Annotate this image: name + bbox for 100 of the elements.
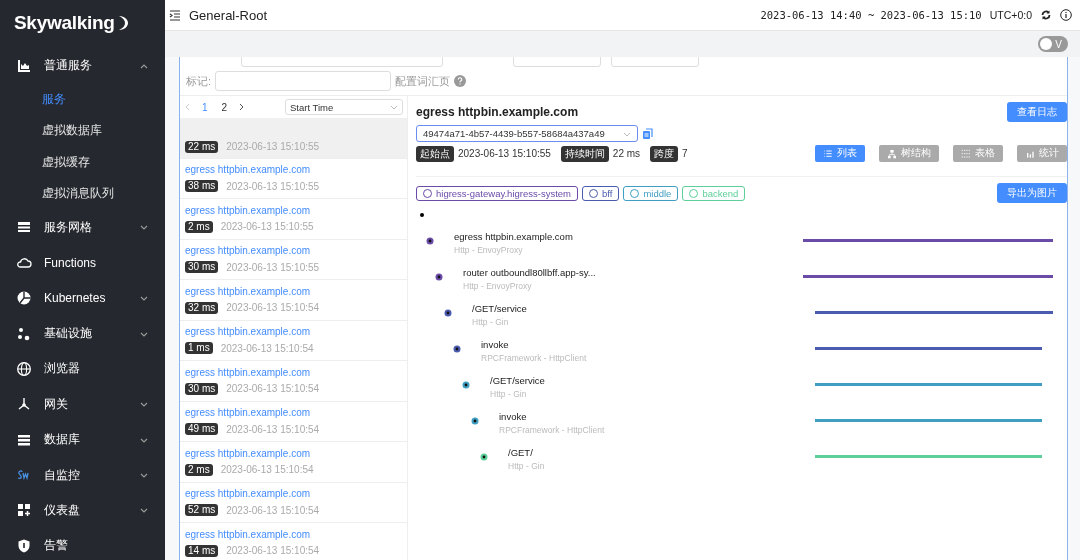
menu-item[interactable]: 仪表盘: [0, 492, 165, 529]
span-name: /GET/service: [472, 303, 528, 314]
trace-item[interactable]: egress httpbin.example.com 1 ms 2023-06-13 15:10:54: [180, 320, 407, 361]
trace-time: 2023-06-13 15:10:55: [220, 221, 314, 233]
page-button[interactable]: 2: [217, 101, 232, 113]
menu-item[interactable]: Functions: [0, 245, 165, 281]
span-name: /GET/service: [490, 375, 546, 386]
duration-badge: 14 ms: [185, 544, 219, 557]
trace-time: 2023-06-13 15:10:55: [226, 261, 320, 273]
span-name: /GET/: [508, 447, 534, 458]
trace-time: 2023-06-13 15:10:54: [226, 383, 320, 395]
duration-badge: 22 ms: [185, 140, 219, 153]
span-type: RPCFramework - HttpClient: [499, 425, 606, 435]
duration-badge: 38 ms: [185, 180, 219, 193]
span-type: Http - EnvoyProxy: [454, 245, 524, 255]
span-row[interactable]: invoke RPCFramework - HttpClient: [416, 411, 1067, 447]
help-icon[interactable]: [454, 75, 467, 87]
duration-badge: 2 ms: [185, 220, 213, 233]
trace-id-select[interactable]: 49474a71-4b57-4439-b557-58684a437a49: [416, 125, 638, 142]
table-icon: [961, 148, 971, 159]
dots-icon: [16, 325, 32, 342]
copy-icon[interactable]: [642, 127, 654, 140]
menu-item[interactable]: 普通服务: [0, 48, 165, 84]
refresh-icon[interactable]: [1040, 9, 1052, 21]
span-row[interactable]: /GET/service Http - Gin: [416, 375, 1067, 411]
span-name: invoke: [481, 339, 510, 350]
span-row[interactable]: /GET/ Http - Gin: [416, 447, 1067, 483]
trace-time: 2023-06-13 15:10:55: [226, 141, 320, 152]
previous-icon[interactable]: [184, 103, 192, 111]
info-icon[interactable]: [1060, 9, 1072, 21]
span-type: Http - Gin: [472, 317, 510, 327]
trace-item[interactable]: egress httpbin.example.com 30 ms 2023-06-13 15:10:55: [180, 239, 407, 280]
menu-item[interactable]: 基础设施: [0, 315, 165, 352]
span-row[interactable]: egress httpbin.example.com Http - EnvoyProxy: [416, 231, 1067, 267]
tree-icon: [887, 148, 897, 159]
trace-time: 2023-06-13 15:10:54: [226, 423, 320, 435]
list-icon: [823, 148, 833, 159]
submenu-item[interactable]: 虚拟数据库: [0, 114, 165, 147]
trace-item[interactable]: egress httpbin.example.com 14 ms 2023-06-13 15:10:54: [180, 523, 407, 560]
trace-time: 2023-06-13 15:10:54: [226, 302, 320, 314]
span-type: RPCFramework - HttpClient: [481, 353, 588, 363]
menu-icon[interactable]: [169, 9, 181, 21]
trace-item[interactable]: egress httpbin.example.com 2 ms 2023-06-13 15:10:55: [180, 199, 407, 240]
span-row[interactable]: invoke RPCFramework - HttpClient: [416, 339, 1067, 375]
trace-time: 2023-06-13 15:10:54: [220, 342, 314, 354]
duration-badge: 1 ms: [185, 342, 213, 355]
tag-input[interactable]: [215, 71, 392, 91]
duration-badge: 30 ms: [185, 261, 219, 274]
stat-value: 22 ms: [612, 148, 641, 159]
logo: Skywalking: [14, 12, 115, 34]
shield-icon: [16, 537, 32, 554]
duration-badge: 52 ms: [185, 504, 219, 517]
menu-item[interactable]: 服务网格: [0, 209, 165, 246]
trace-item[interactable]: 22 ms 2023-06-13 15:10:55: [180, 118, 407, 159]
duration-badge: 32 ms: [185, 301, 219, 314]
menu-item[interactable]: 告警: [0, 528, 165, 560]
submenu-item[interactable]: 虚拟消息队列: [0, 178, 165, 210]
span-type: Http - Gin: [490, 389, 528, 399]
stat-label: 起始点: [416, 145, 454, 162]
next-icon[interactable]: [237, 103, 246, 111]
span-name: invoke: [499, 411, 528, 422]
trace-item[interactable]: egress httpbin.example.com 30 ms 2023-06-13 15:10:54: [180, 361, 407, 402]
span-type: Http - Gin: [508, 461, 546, 471]
duration-badge: 2 ms: [185, 463, 213, 476]
trace-item[interactable]: egress httpbin.example.com 2 ms 2023-06-13 15:10:54: [180, 442, 407, 483]
trace-item[interactable]: egress httpbin.example.com 38 ms 2023-06-13 15:10:55: [180, 158, 407, 199]
trace-title: egress httpbin.example.com: [416, 105, 579, 119]
duration-badge: 30 ms: [185, 382, 219, 395]
pie-icon: [16, 290, 32, 307]
bar-chart-icon: [16, 57, 32, 74]
span-type: Http - EnvoyProxy: [463, 281, 533, 291]
duration-badge: 49 ms: [185, 423, 219, 436]
grid-plus-icon: [16, 502, 32, 519]
menu-item[interactable]: 自监控: [0, 457, 165, 493]
trace-time: 2023-06-13 15:10:54: [226, 504, 320, 516]
span-name: egress httpbin.example.com: [454, 231, 574, 242]
trace-item[interactable]: egress httpbin.example.com 52 ms 2023-06-13 15:10:54: [180, 482, 407, 523]
service-tag[interactable]: bff: [582, 185, 620, 201]
stat-value: 2023-06-13 15:10:55: [458, 148, 551, 159]
field-label: 标记:: [186, 73, 212, 89]
trace-item[interactable]: egress httpbin.example.com 49 ms 2023-06-13 15:10:54: [180, 401, 407, 442]
menu-item[interactable]: 浏览器: [0, 351, 165, 387]
span-name: router outboundl80llbff.app-sy...: [463, 267, 597, 278]
span-row[interactable]: router outboundl80llbff.app-sy... Http - EnvoyProxy: [416, 267, 1067, 303]
stat-label: 跨度: [650, 145, 679, 162]
timezone: UTC+0:0: [989, 9, 1032, 21]
time-range[interactable]: 2023-06-13 14:40 ~ 2023-06-13 15:10: [760, 9, 982, 21]
trace-time: 2023-06-13 15:10:54: [220, 464, 314, 476]
stat-label: 持续时间: [560, 145, 609, 162]
menu-item[interactable]: 网关: [0, 386, 165, 422]
root-dot: [420, 213, 424, 217]
menu-item[interactable]: Kubernetes: [0, 280, 165, 316]
submenu-item[interactable]: 服务: [0, 83, 165, 115]
submenu-item[interactable]: 虚拟缓存: [0, 146, 165, 179]
service-tag[interactable]: higress-gateway.higress-system: [416, 185, 578, 201]
menu-item[interactable]: 数据库: [0, 422, 165, 458]
stat-value: 7: [682, 148, 688, 159]
span-row[interactable]: /GET/service Http - Gin: [416, 303, 1067, 339]
trace-item[interactable]: egress httpbin.example.com 32 ms 2023-06-13 15:10:54: [180, 280, 407, 321]
sort-select[interactable]: Start Time: [285, 99, 403, 115]
